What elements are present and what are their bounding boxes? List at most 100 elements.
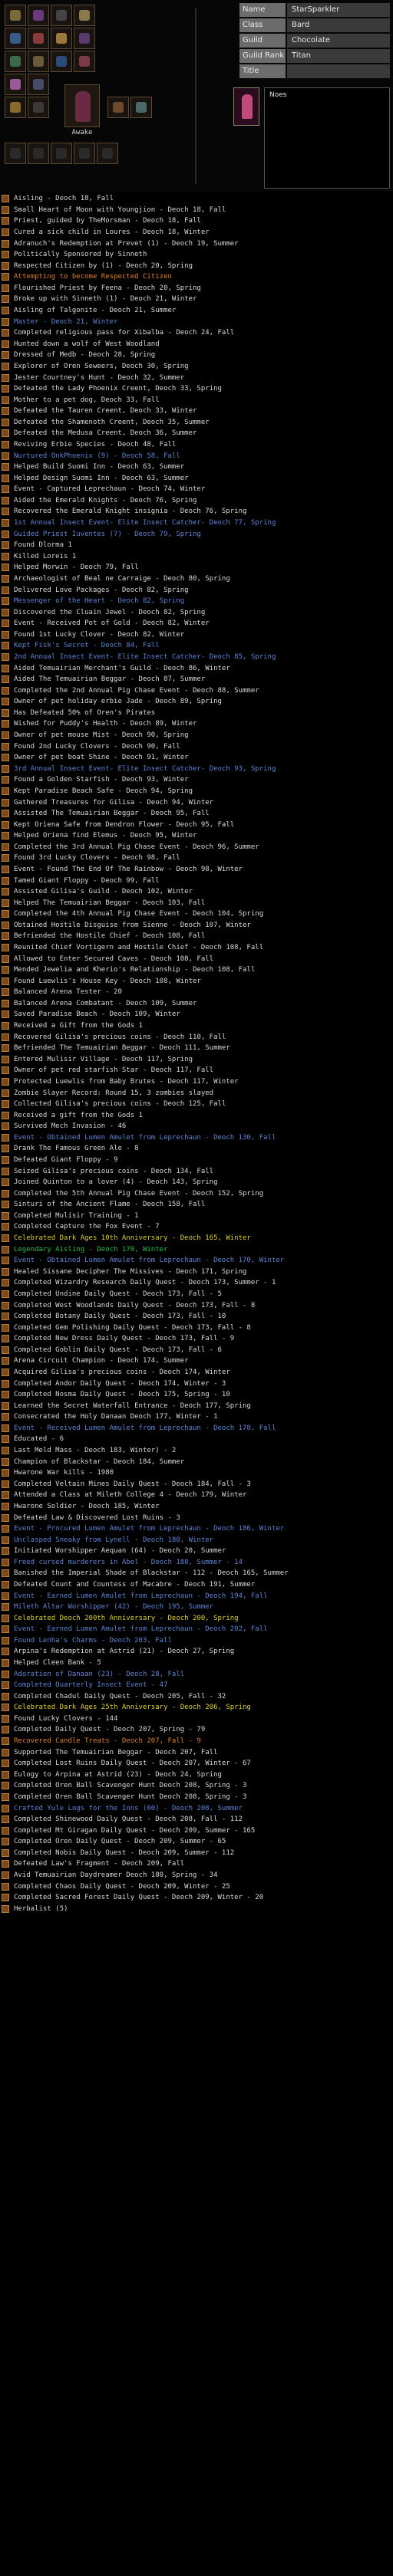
achievement-text: Unclasped Sneaky from Lynell - Deoch 188… bbox=[14, 1536, 214, 1544]
stat-row-name: Name StarSparkler bbox=[239, 3, 390, 17]
achievement-row: Consecrated the Holy Danaan Deoch 177, W… bbox=[0, 1411, 393, 1423]
achievement-text: Arpina's Redemption at Astrid (21) - Deo… bbox=[14, 1648, 235, 1656]
achievement-scroll-icon bbox=[2, 329, 9, 337]
achievement-scroll-icon bbox=[2, 586, 9, 594]
achievement-text: Healed Sissane Decipher The Missives - D… bbox=[14, 1267, 247, 1276]
stat-label: Title bbox=[239, 64, 286, 78]
achievement-text: Kept Oriena Safe from Dendron Flower - D… bbox=[14, 820, 235, 829]
equipment-slot-accessory-9[interactable] bbox=[97, 143, 118, 164]
achievement-text: Event - Procured Lumen Amulet from Lepre… bbox=[14, 1525, 285, 1533]
achievement-text: Received a Gift from the Gods 1 bbox=[14, 1022, 143, 1030]
achievement-row: Completed Wizardry Research Daily Quest … bbox=[0, 1277, 393, 1289]
achievement-text: Attempting to become Respected Citizen bbox=[14, 273, 172, 281]
achievement-text: Defeated Count and Countess of Macabre -… bbox=[14, 1580, 256, 1589]
equipment-slot-shield[interactable] bbox=[51, 5, 72, 26]
achievement-text: Found Dlorma 1 bbox=[14, 541, 72, 550]
achievement-row: Reviving Erbie Species - Deoch 48, Fall bbox=[0, 439, 393, 451]
equipment-slot-belt[interactable] bbox=[51, 51, 72, 72]
equipment-slot-accessory-2[interactable] bbox=[5, 97, 26, 118]
achievement-row: Completed the 3rd Annual Pig Chase Event… bbox=[0, 842, 393, 853]
equipment-slot-weapon[interactable] bbox=[5, 5, 26, 26]
equipment-slot-boots[interactable] bbox=[5, 74, 26, 95]
equipment-slot-gauntlet-left[interactable] bbox=[5, 51, 26, 72]
achievement-scroll-icon bbox=[2, 496, 9, 504]
equipment-slot-helmet[interactable] bbox=[74, 5, 95, 26]
equipment-slot-greaves[interactable] bbox=[74, 51, 95, 72]
achievement-row: Completed Lost Ruins Daily Quest - Deoch… bbox=[0, 1758, 393, 1769]
equipment-slot-accessory-1[interactable] bbox=[28, 74, 49, 95]
equipment-slot-armor[interactable] bbox=[28, 5, 49, 26]
achievement-row: Event - Obtained Lumen Amulet from Lepre… bbox=[0, 1132, 393, 1144]
equipment-slot-accessory-8[interactable] bbox=[74, 143, 95, 164]
equipment-slot-accessory-7[interactable] bbox=[51, 143, 72, 164]
achievement-row: Aided the Emerald Knights - Deoch 76, Sp… bbox=[0, 495, 393, 507]
notes-box[interactable]: Noes bbox=[264, 87, 390, 189]
equipment-slot-accessory-4[interactable] bbox=[130, 97, 152, 118]
equipment-slot-gauntlet-right[interactable] bbox=[28, 51, 49, 72]
equipment-slot-accessory-3[interactable] bbox=[28, 97, 49, 118]
equipment-slot-overcoat[interactable] bbox=[107, 97, 129, 118]
achievement-scroll-icon bbox=[2, 552, 9, 560]
achievement-scroll-icon bbox=[2, 810, 9, 818]
achievement-text: Wished for Puddy's Health - Deoch 89, Wi… bbox=[14, 720, 197, 728]
achievement-row: Completed Chadul Daily Quest - Deoch 205… bbox=[0, 1691, 393, 1702]
achievement-scroll-icon bbox=[2, 373, 9, 382]
achievement-text: Recovered Candle Treats - Deoch 207, Fal… bbox=[14, 1737, 201, 1746]
achievement-row: Owner of pet holiday erbie Jade - Deoch … bbox=[0, 696, 393, 708]
achievement-text: Zombie Slayer Record: Round 15, 3 zombie… bbox=[14, 1089, 214, 1097]
achievement-scroll-icon bbox=[2, 1167, 9, 1175]
stat-value: Titan bbox=[287, 49, 390, 63]
achievement-scroll-icon bbox=[2, 754, 9, 762]
stat-value: StarSparkler bbox=[287, 3, 390, 17]
achievement-row: Balanced Arena Combatant - Deoch 109, Su… bbox=[0, 998, 393, 1010]
achievement-text: Completed Quarterly Insect Event - 47 bbox=[14, 1681, 168, 1690]
achievement-row: Mileth Altar Worshipper (42) - Deoch 195… bbox=[0, 1602, 393, 1613]
achievement-text: Explorer of Oren Seweers, Deoch 30, Spri… bbox=[14, 362, 189, 370]
achievement-text: Mended Jewelia and Kherio's Relationship… bbox=[14, 966, 256, 974]
achievement-text: Arena Circuit Champion - Deoch 174, Summ… bbox=[14, 1357, 189, 1365]
achievement-row: Found Lenha's Charms - Deoch 203, Fall bbox=[0, 1635, 393, 1647]
achievement-text: Found Lucky Clovers - 144 bbox=[14, 1714, 118, 1723]
achievement-row: Celebrated Dark Ages 25th Anniversary - … bbox=[0, 1702, 393, 1714]
achievement-row: Kept Paradise Beach Safe - Deoch 94, Spr… bbox=[0, 786, 393, 797]
achievement-row: Completed the 5th Annual Pig Chase Event… bbox=[0, 1188, 393, 1199]
achievement-text: Cured a sick child in Loures - Deoch 18,… bbox=[14, 228, 210, 237]
achievement-scroll-icon bbox=[2, 899, 9, 907]
achievement-scroll-icon bbox=[2, 261, 9, 270]
achievement-text: 2nd Annual Insect Event- Elite Insect Ca… bbox=[14, 652, 276, 661]
achievement-row: Helped Cleen Bank - 5 bbox=[0, 1658, 393, 1669]
achievement-row: Event - Received Lumen Amulet from Lepre… bbox=[0, 1423, 393, 1434]
achievement-scroll-icon bbox=[2, 284, 9, 292]
achievement-scroll-icon bbox=[2, 1022, 9, 1030]
achievement-text: Champion of Blackstar - Deoch 184, Summe… bbox=[14, 1457, 185, 1466]
equipment-slot-ring-left[interactable] bbox=[51, 28, 72, 49]
equipment-slot-necklace[interactable] bbox=[28, 28, 49, 49]
achievement-text: Acquired Gilisa's precious coins - Deoch… bbox=[14, 1368, 230, 1376]
achievement-text: Killed Loreis 1 bbox=[14, 552, 77, 560]
achievement-row: Drank The Famous Green Ale - 8 bbox=[0, 1143, 393, 1155]
character-portrait bbox=[64, 84, 100, 127]
achievement-text: Found 2nd Lucky Clovers - Deoch 90, Fall bbox=[14, 742, 180, 751]
achievement-text: Messenger of the Heart - Deoch 82, Sprin… bbox=[14, 597, 185, 606]
achievement-text: Joined Quinton to a lover (4) - Deoch 14… bbox=[14, 1178, 218, 1187]
achievement-scroll-icon bbox=[2, 642, 9, 650]
achievement-row: Aided Temuairian Merchant's Guild - Deoc… bbox=[0, 662, 393, 674]
achievement-row: Banished the Imperial Shade of Blackstar… bbox=[0, 1568, 393, 1579]
achievement-row: Received a Gift from the Gods 1 bbox=[0, 1020, 393, 1032]
equipment-slot-earrings[interactable] bbox=[5, 28, 26, 49]
achievement-row: Collected Gilisa's precious coins - Deoc… bbox=[0, 1099, 393, 1110]
equipment-slot-accessory-5[interactable] bbox=[5, 143, 26, 164]
achievement-scroll-icon bbox=[2, 463, 9, 472]
achievement-scroll-icon bbox=[2, 1033, 9, 1041]
achievement-scroll-icon bbox=[2, 474, 9, 482]
achievement-row: Completed Oren Daily Quest - Deoch 209, … bbox=[0, 1836, 393, 1848]
achievement-scroll-icon bbox=[2, 1469, 9, 1477]
equipment-slot-accessory-6[interactable] bbox=[28, 143, 49, 164]
achievement-row: Defeated Giant Floppy - 9 bbox=[0, 1155, 393, 1166]
achievement-row: Nurtured OnkPhoenix (9) - Deoch 58, Fall bbox=[0, 450, 393, 462]
achievement-scroll-icon bbox=[2, 1648, 9, 1656]
achievement-text: Tamed Giant Floppy - Deoch 99, Fall bbox=[14, 876, 160, 885]
achievement-text: Assisted Gilisa's Guild - Deoch 102, Win… bbox=[14, 888, 193, 896]
equipment-slot-ring-right[interactable] bbox=[74, 28, 95, 49]
achievement-text: Obtained Hostile Disguise from Sienne - … bbox=[14, 921, 251, 929]
